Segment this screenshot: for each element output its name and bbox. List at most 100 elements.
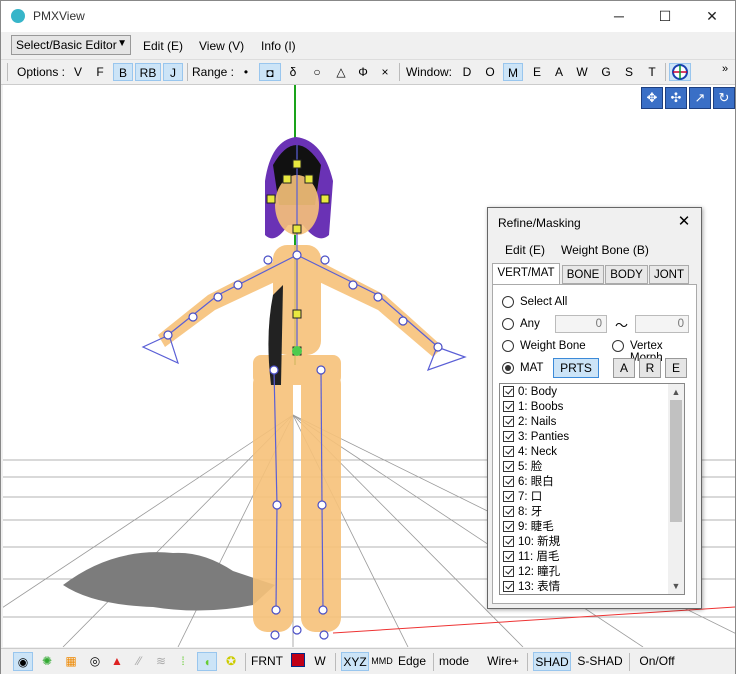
list-item[interactable]: 3: Panties [503, 430, 569, 445]
range-point-button[interactable]: • [237, 63, 255, 81]
list-item[interactable]: 1: Boobs [503, 400, 563, 415]
s-shad-button[interactable]: S-SHAD [575, 652, 625, 671]
checkbox[interactable] [503, 446, 514, 457]
menu-view[interactable]: View (V) [199, 39, 244, 53]
texture-icon[interactable]: ▦ [61, 652, 81, 671]
mode-button[interactable]: mode [437, 652, 471, 671]
mat-radio[interactable] [502, 362, 514, 374]
edge-button[interactable]: Edge [395, 652, 429, 671]
checkbox[interactable] [503, 581, 514, 592]
checkbox[interactable] [503, 566, 514, 577]
on-off-button[interactable]: On/Off [635, 652, 679, 671]
window-t-button[interactable]: T [642, 63, 662, 81]
editor-mode-select[interactable]: Select/Basic Editor ▼ [11, 35, 131, 55]
xyz-button[interactable]: XYZ [341, 652, 369, 671]
zoom-icon[interactable]: ↗ [689, 87, 711, 109]
rotate-icon[interactable]: ↻ [713, 87, 735, 109]
window-e-button[interactable]: E [527, 63, 547, 81]
list-item[interactable]: 8: 牙 [503, 505, 542, 520]
range-triangle-button[interactable]: △ [331, 63, 351, 81]
list-scrollbar[interactable]: ▲ ▼ [668, 384, 684, 594]
prts-button[interactable]: PRTS [553, 358, 599, 378]
any-to-input[interactable]: 0 [635, 315, 689, 333]
checkbox[interactable] [503, 461, 514, 472]
point-icon[interactable]: ◎ [85, 652, 105, 671]
checkbox[interactable] [503, 431, 514, 442]
list-item[interactable]: 4: Neck [503, 445, 557, 460]
close-button[interactable]: ✕ [689, 1, 735, 32]
vertex-morph-radio[interactable] [612, 340, 624, 352]
range-delta-button[interactable]: δ [283, 63, 303, 81]
tab-jont[interactable]: JONT [649, 265, 689, 284]
w-button[interactable]: W [311, 652, 329, 671]
dialog-menu-weight-bone[interactable]: Weight Bone (B) [561, 243, 649, 257]
checkbox[interactable] [503, 476, 514, 487]
dialog-close-button[interactable]: ✕ [673, 211, 695, 233]
mmd-icon[interactable]: MMD [371, 652, 393, 671]
list-item[interactable]: 7: 口 [503, 490, 542, 505]
any-from-input[interactable]: 0 [555, 315, 607, 333]
wire-icon[interactable]: ≋ [151, 652, 171, 671]
checkbox[interactable] [503, 491, 514, 502]
range-rect-button[interactable]: ◘ [259, 63, 281, 81]
option-b-button[interactable]: B [113, 63, 133, 81]
range-x-button[interactable]: × [375, 63, 395, 81]
checkbox[interactable] [503, 386, 514, 397]
tab-body[interactable]: BODY [605, 265, 648, 284]
checkbox[interactable] [503, 401, 514, 412]
front-view-button[interactable]: FRNT [249, 652, 285, 671]
range-phi-button[interactable]: Φ [353, 63, 373, 81]
option-rb-button[interactable]: RB [135, 63, 161, 81]
window-m-button[interactable]: M [503, 63, 523, 81]
window-g-button[interactable]: G [596, 63, 616, 81]
scrollbar-thumb[interactable] [670, 400, 682, 522]
menu-info[interactable]: Info (I) [261, 39, 296, 53]
window-d-button[interactable]: D [457, 63, 477, 81]
a-button[interactable]: A [613, 358, 635, 378]
wire-plus-button[interactable]: Wire+ [485, 652, 521, 671]
list-item[interactable]: 5: 脸 [503, 460, 542, 475]
move-icon[interactable]: ✣ [665, 87, 687, 109]
checkbox[interactable] [503, 551, 514, 562]
dialog-menu-edit[interactable]: Edit (E) [505, 243, 545, 257]
window-o-button[interactable]: O [480, 63, 500, 81]
checkbox[interactable] [503, 521, 514, 532]
tab-vert-mat[interactable]: VERT/MAT [492, 263, 560, 285]
e-button[interactable]: E [665, 358, 687, 378]
list-item[interactable]: 6: 眼白 [503, 475, 554, 490]
menu-edit[interactable]: Edit (E) [143, 39, 183, 53]
list-item[interactable]: 0: Body [503, 385, 557, 400]
toolbar-overflow-button[interactable]: » [719, 60, 731, 78]
joint-icon[interactable]: ✪ [221, 652, 241, 671]
option-f-button[interactable]: F [91, 63, 109, 81]
list-item[interactable]: 10: 新規 [503, 535, 560, 550]
weight-bone-radio[interactable] [502, 340, 514, 352]
tab-bone[interactable]: BONE [562, 265, 604, 284]
target-icon[interactable] [669, 63, 691, 81]
list-item[interactable]: 13: 表情 [503, 580, 560, 594]
pan-icon[interactable]: ✥ [641, 87, 663, 109]
checkbox[interactable] [503, 506, 514, 517]
list-item[interactable]: 12: 瞳孔 [503, 565, 560, 580]
color-swatch-icon[interactable] [289, 652, 307, 671]
window-a-button[interactable]: A [549, 63, 569, 81]
checkbox[interactable] [503, 536, 514, 547]
option-v-button[interactable]: V [69, 63, 87, 81]
edge-icon[interactable]: ⁄⁄ [129, 652, 149, 671]
material-list[interactable]: 0: Body 1: Boobs 2: Nails 3: Panties 4: … [499, 383, 685, 595]
any-radio[interactable] [502, 318, 514, 330]
window-w-button[interactable]: W [572, 63, 592, 81]
list-item[interactable]: 11: 眉毛 [503, 550, 559, 565]
body-icon[interactable]: ◖ [197, 652, 217, 671]
checkbox[interactable] [503, 416, 514, 427]
bone-icon[interactable]: ⁞ [173, 652, 193, 671]
select-all-radio[interactable] [502, 296, 514, 308]
window-s-button[interactable]: S [619, 63, 639, 81]
option-j-button[interactable]: J [163, 63, 183, 81]
list-item[interactable]: 9: 睫毛 [503, 520, 554, 535]
r-button[interactable]: R [639, 358, 661, 378]
scroll-down-icon[interactable]: ▼ [668, 578, 684, 594]
list-item[interactable]: 2: Nails [503, 415, 556, 430]
mesh-icon[interactable]: ✺ [37, 652, 57, 671]
scroll-up-icon[interactable]: ▲ [668, 384, 684, 400]
